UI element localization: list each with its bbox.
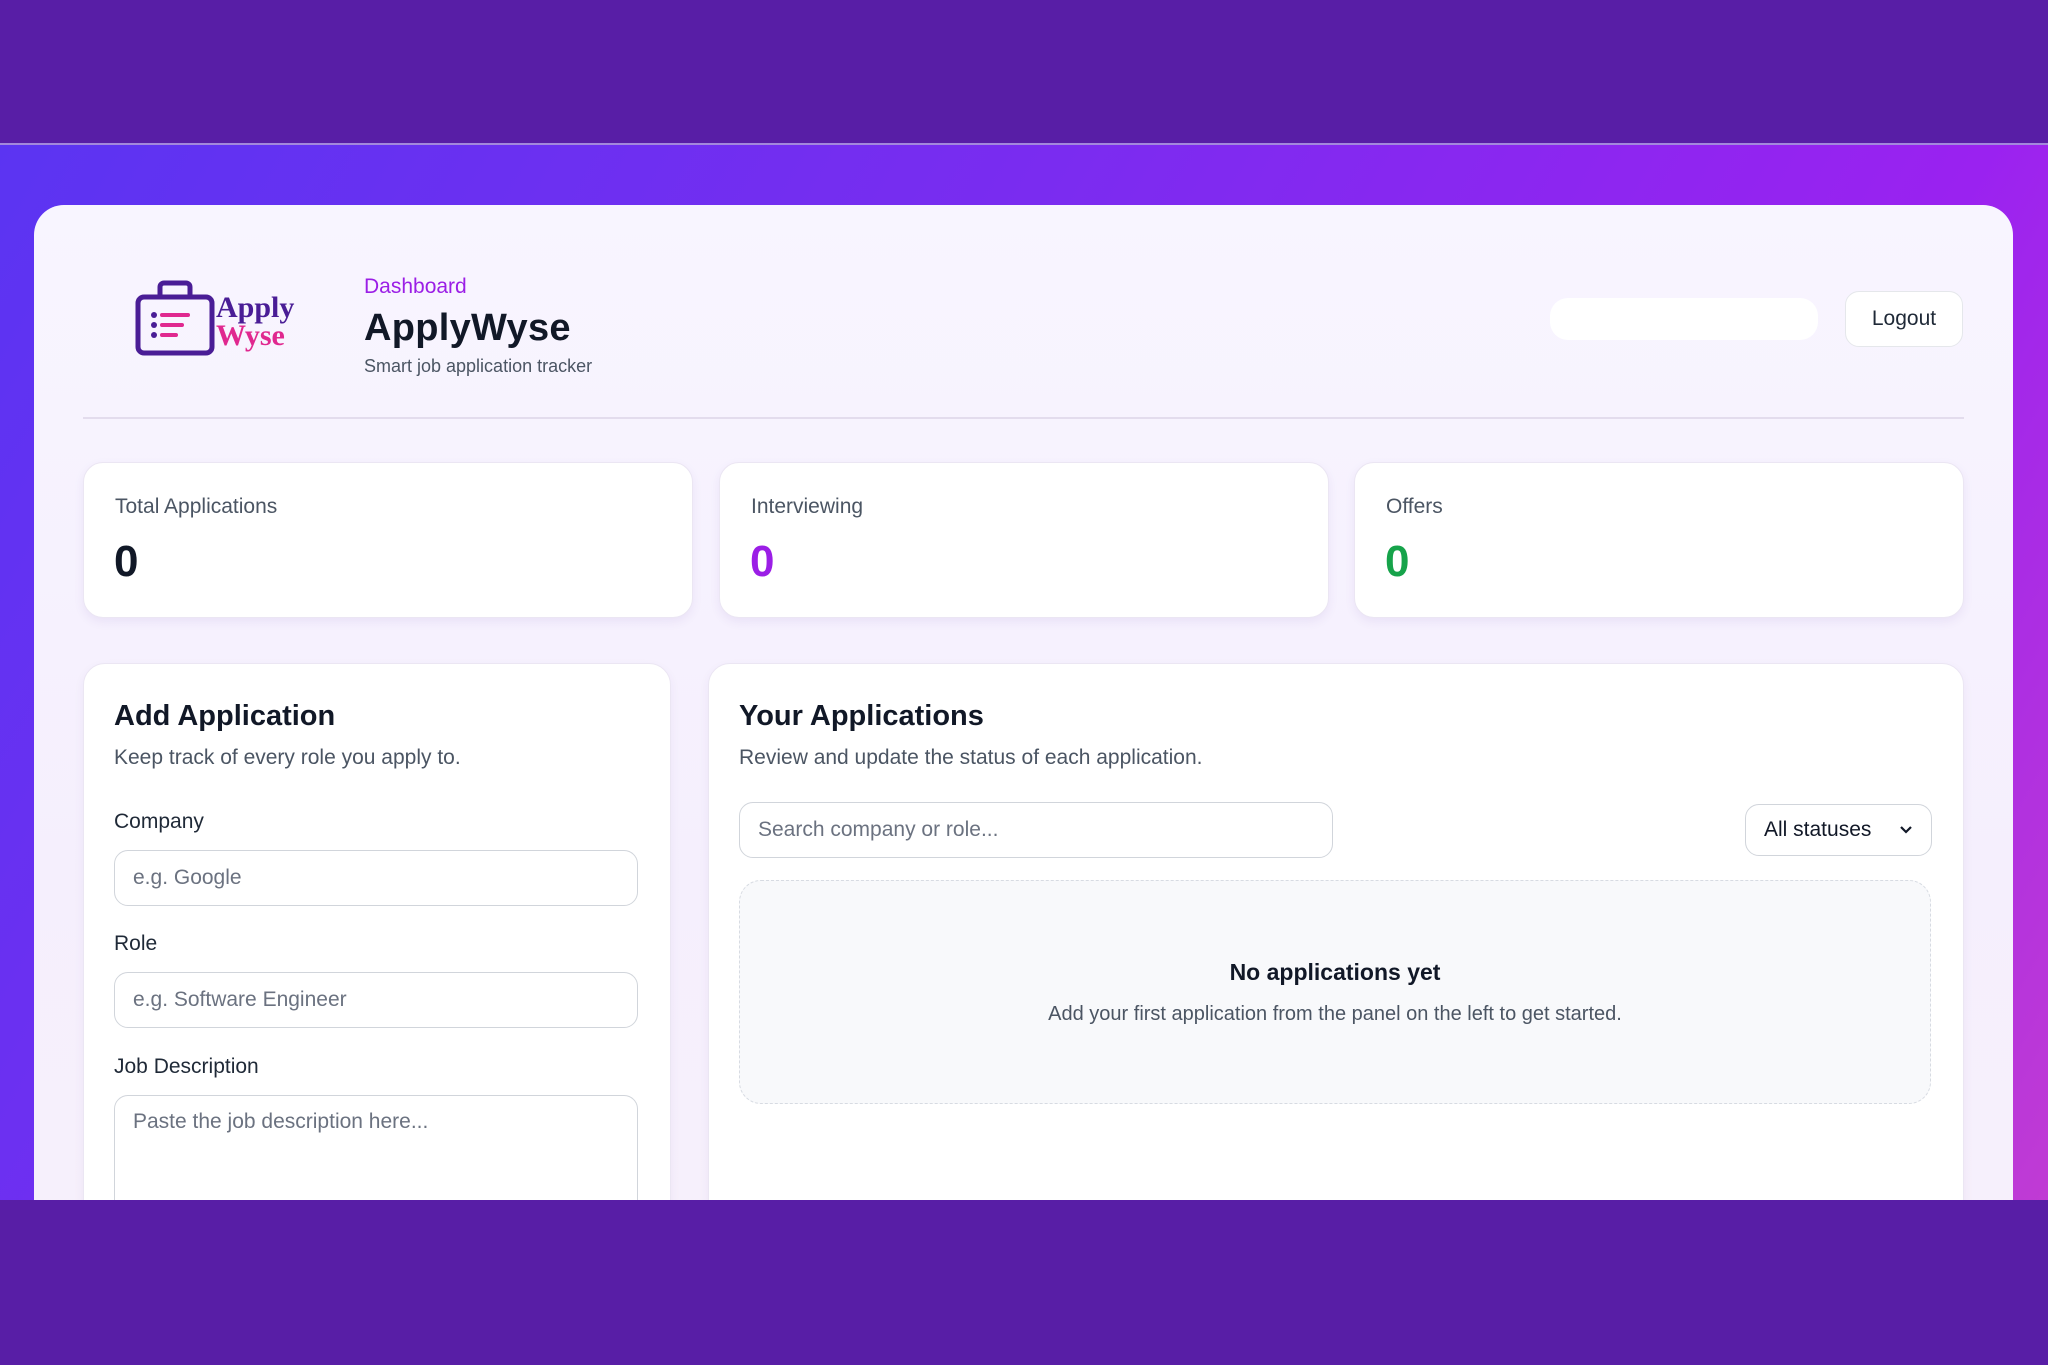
applications-title: Your Applications bbox=[739, 700, 984, 732]
role-label: Role bbox=[114, 932, 158, 955]
add-application-card: Add Application Keep track of every role… bbox=[83, 663, 671, 1200]
stat-value: 0 bbox=[1385, 537, 1410, 586]
empty-state-subtitle: Add your first application from the pane… bbox=[1048, 1003, 1622, 1025]
applywyse-logo: Apply Wyse bbox=[135, 280, 294, 356]
briefcase-icon bbox=[135, 280, 215, 356]
empty-state-title: No applications yet bbox=[1229, 959, 1441, 985]
job-description-label: Job Description bbox=[114, 1055, 259, 1078]
stat-label: Interviewing bbox=[751, 495, 864, 518]
applications-description: Review and update the status of each app… bbox=[739, 746, 1203, 769]
app-window: Apply Wyse Dashboard ApplyWyse Smart job… bbox=[0, 0, 2048, 1365]
logo-text-wyse: Wyse bbox=[216, 319, 285, 352]
stat-label: Total Applications bbox=[115, 495, 278, 518]
search-input[interactable] bbox=[739, 802, 1333, 858]
page-title: ApplyWyse bbox=[364, 307, 571, 349]
company-label: Company bbox=[114, 810, 204, 833]
stat-card-total: Total Applications 0 bbox=[83, 462, 693, 618]
dashboard-panel: Apply Wyse Dashboard ApplyWyse Smart job… bbox=[34, 205, 2013, 1200]
page-viewport: Apply Wyse Dashboard ApplyWyse Smart job… bbox=[0, 145, 2048, 1200]
role-input[interactable] bbox=[114, 972, 638, 1028]
stat-card-interviewing: Interviewing 0 bbox=[719, 462, 1329, 618]
user-chip bbox=[1550, 298, 1818, 340]
status-filter-value: All statuses bbox=[1764, 818, 1872, 841]
stat-value: 0 bbox=[114, 537, 139, 586]
page-subtitle: Smart job application tracker bbox=[364, 356, 593, 376]
status-filter-select[interactable]: All statuses bbox=[1745, 804, 1932, 856]
chevron-down-icon bbox=[1900, 826, 1912, 834]
breadcrumb[interactable]: Dashboard bbox=[364, 275, 592, 299]
header-divider bbox=[83, 417, 1964, 419]
stat-value: 0 bbox=[750, 537, 775, 586]
applications-card: Your Applications Review and update the … bbox=[708, 663, 1964, 1200]
logout-button[interactable]: Logout bbox=[1845, 291, 1963, 347]
company-input[interactable] bbox=[114, 850, 638, 906]
empty-state: No applications yet Add your first appli… bbox=[739, 880, 1931, 1104]
stat-label: Offers bbox=[1386, 495, 1443, 518]
add-application-description: Keep track of every role you apply to. bbox=[114, 746, 461, 769]
stat-card-offers: Offers 0 bbox=[1354, 462, 1964, 618]
job-description-textarea[interactable] bbox=[114, 1095, 638, 1200]
brand-block: Dashboard ApplyWyse Smart job applicatio… bbox=[364, 275, 592, 377]
add-application-title: Add Application bbox=[114, 700, 336, 732]
